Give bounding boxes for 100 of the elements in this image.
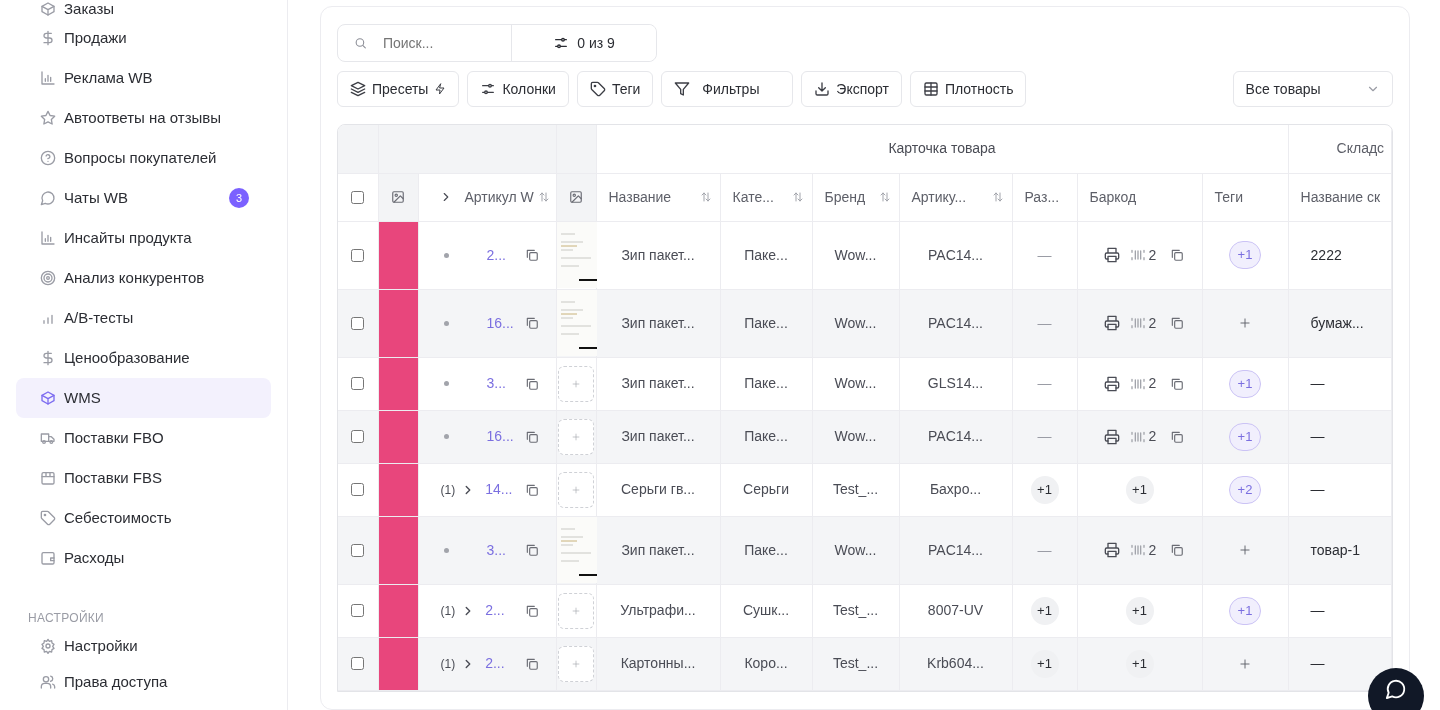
sidebar-item[interactable]: Инсайты продукта	[16, 218, 271, 258]
toolbar-button[interactable]: Пресеты	[337, 71, 460, 107]
printer-icon[interactable]	[1103, 542, 1120, 558]
product-link[interactable]: 2...	[485, 653, 505, 674]
sidebar-item[interactable]: Настройки	[16, 626, 271, 666]
table-cell-text: Wow...	[834, 540, 877, 560]
printer-icon[interactable]	[1103, 247, 1120, 263]
row-checkbox[interactable]	[351, 430, 365, 443]
row-checkbox[interactable]	[351, 604, 365, 617]
section-title: НАСТРОЙКИ	[28, 610, 106, 626]
sidebar-item[interactable]: Расходы	[16, 538, 271, 578]
image-icon	[391, 190, 405, 204]
count-badge[interactable]: +1	[1030, 475, 1059, 504]
table-cell-text: товар-1	[1309, 540, 1360, 560]
column-header[interactable]: Баркод	[1077, 186, 1202, 208]
sidebar-item[interactable]: Анализ конкурентов	[16, 258, 271, 298]
product-link[interactable]: 16...	[486, 312, 514, 334]
row-checkbox[interactable]	[351, 657, 365, 670]
table-cell-text: Wow...	[834, 427, 877, 446]
toolbar-button[interactable]: Фильтры	[661, 71, 794, 107]
copy-icon[interactable]	[1170, 376, 1185, 391]
sidebar-item[interactable]: Продажи	[16, 18, 271, 58]
row-checkbox[interactable]	[351, 543, 365, 557]
product-select[interactable]: Все товары	[1232, 71, 1393, 107]
sidebar-item[interactable]: Чаты WB 3	[16, 178, 271, 218]
column-header[interactable]: Название	[596, 186, 720, 208]
toolbar-button[interactable]: Экспорт	[801, 71, 902, 107]
tag-count-badge[interactable]: +2	[1229, 475, 1262, 504]
count-badge[interactable]: +1	[1125, 649, 1154, 678]
count-badge[interactable]: +1	[1125, 475, 1154, 504]
copy-icon[interactable]	[524, 656, 539, 671]
sidebar-item[interactable]: Поставки FBO	[16, 418, 271, 458]
column-header[interactable]: Раз...	[1012, 186, 1077, 208]
table-cell-text: PAC14...	[928, 313, 983, 333]
table-cell-text: Test_...	[832, 654, 879, 673]
table-cell-text: —	[1309, 480, 1325, 499]
printer-icon[interactable]	[1103, 428, 1120, 445]
select-all-checkbox[interactable]	[351, 190, 365, 204]
table-cell-text: —	[1309, 374, 1325, 393]
sidebar-item[interactable]: Поставки FBS	[16, 458, 271, 498]
copy-icon[interactable]	[524, 543, 539, 557]
plus-icon	[571, 378, 581, 389]
sidebar-item[interactable]: Автоответы на отзывы	[16, 98, 271, 138]
table-cell-text: —	[1037, 540, 1052, 560]
toolbar-button[interactable]: Колонки	[467, 71, 569, 107]
row-checkbox[interactable]	[351, 483, 365, 496]
count-badge[interactable]: +1	[1030, 649, 1059, 678]
product-link[interactable]: 3...	[486, 373, 506, 394]
copy-icon[interactable]	[524, 316, 539, 330]
tag-count-badge[interactable]: +1	[1229, 369, 1262, 398]
copy-icon[interactable]	[524, 376, 539, 391]
column-header[interactable]: Название ск	[1288, 186, 1391, 208]
tag-count-badge[interactable]: +1	[1229, 596, 1262, 625]
copy-icon[interactable]	[1170, 316, 1185, 330]
search-field[interactable]: Поиск...	[380, 31, 499, 55]
tag-count-badge[interactable]: +1	[1229, 241, 1262, 269]
copy-icon[interactable]	[524, 482, 539, 497]
sort-icon	[878, 191, 891, 203]
sidebar-item[interactable]: Себестоимость	[16, 498, 271, 538]
tag-count-badge[interactable]: +1	[1229, 422, 1262, 451]
toolbar-button[interactable]: Плотность	[909, 71, 1027, 107]
table-cell-text: Wow...	[834, 245, 877, 265]
sidebar-item[interactable]: Ценообразование	[16, 338, 271, 378]
product-link[interactable]: 2...	[486, 244, 506, 266]
column-header[interactable]: Теги	[1202, 186, 1288, 208]
copy-icon[interactable]	[1170, 248, 1185, 262]
toolbar-button[interactable]: Теги	[576, 71, 654, 107]
chat-button[interactable]	[1368, 668, 1424, 710]
sidebar-item[interactable]: Права доступа	[16, 666, 271, 698]
bar-chart-icon	[40, 70, 56, 86]
table-cell-text: Зип пакет...	[621, 313, 695, 333]
product-link[interactable]: 14...	[485, 479, 513, 500]
product-link[interactable]: 3...	[486, 539, 506, 561]
copy-icon[interactable]	[524, 248, 539, 262]
count-badge[interactable]: +1	[1125, 596, 1154, 625]
product-link[interactable]: 16...	[486, 426, 514, 447]
photo-placeholder	[378, 221, 419, 289]
sidebar-item[interactable]: WMS	[16, 378, 271, 418]
sidebar-item[interactable]: Заказы	[16, 0, 271, 18]
column-header[interactable]: Артику...	[899, 186, 1012, 208]
sidebar-item[interactable]: A/B-тесты	[16, 298, 271, 338]
column-header[interactable]: Кате...	[720, 186, 812, 208]
bar-chart-icon	[40, 230, 56, 246]
copy-icon[interactable]	[524, 429, 539, 444]
copy-icon[interactable]	[1170, 429, 1185, 444]
barcode-icon[interactable]	[1129, 247, 1146, 263]
product-link[interactable]: 2...	[485, 600, 505, 621]
copy-icon[interactable]	[1170, 543, 1185, 557]
chat-icon	[40, 190, 56, 206]
printer-icon[interactable]	[1103, 375, 1120, 392]
row-checkbox[interactable]	[351, 316, 365, 330]
sidebar-item[interactable]: Реклама WB	[16, 58, 271, 98]
column-header[interactable]: Артикул W	[418, 186, 556, 208]
row-checkbox[interactable]	[351, 248, 365, 262]
column-header[interactable]: Бренд	[812, 186, 899, 208]
count-badge[interactable]: +1	[1030, 596, 1059, 625]
copy-icon[interactable]	[524, 603, 539, 618]
sidebar-item[interactable]: Вопросы покупателей	[16, 138, 271, 178]
row-checkbox[interactable]	[351, 377, 365, 390]
printer-icon[interactable]	[1103, 315, 1120, 331]
